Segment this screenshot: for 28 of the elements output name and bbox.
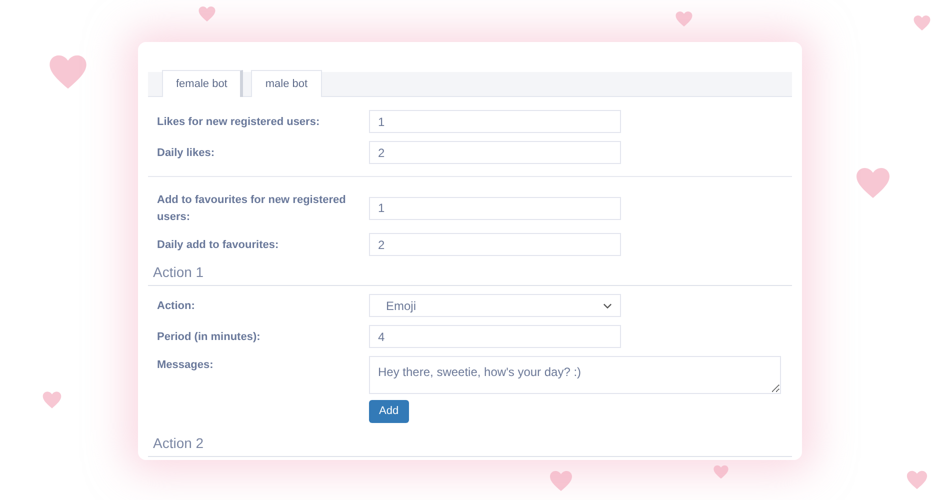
input-field[interactable]: 1 — [369, 110, 621, 133]
heart-icon — [855, 165, 891, 201]
heart-icon — [906, 469, 928, 491]
add-button[interactable]: Add — [369, 400, 409, 423]
field-label: Daily add to favourites: — [157, 238, 280, 253]
chevron-down-icon — [603, 302, 612, 308]
tab[interactable]: male bot — [251, 70, 322, 97]
input-field[interactable]: 4 — [369, 325, 621, 348]
tab[interactable]: female bot — [162, 70, 244, 97]
heart-icon — [42, 390, 62, 410]
field-label: Likes for new registered users: — [157, 114, 321, 130]
section-heading: Action 1 — [148, 260, 792, 286]
section-heading: Action 2 — [148, 431, 792, 457]
field-label: Period (in minutes): — [157, 330, 262, 345]
input-field[interactable]: 1 — [369, 196, 621, 220]
field-label: Action: — [157, 298, 196, 314]
field-label: Messages: — [157, 358, 214, 373]
dropdown[interactable]: Emoji — [369, 294, 621, 317]
heart-icon — [198, 5, 216, 23]
field-label: Add to favourites for new registered users: — [157, 193, 347, 224]
heart-icon — [675, 10, 693, 28]
messages-textarea[interactable]: Hey there, sweetie, how's your day? :) — [369, 356, 781, 394]
field-label: Daily likes: — [157, 146, 216, 161]
heart-icon — [713, 464, 729, 480]
heart-icon — [913, 14, 931, 32]
input-field[interactable]: 2 — [369, 233, 621, 256]
input-field[interactable]: 2 — [369, 141, 621, 164]
heart-icon — [549, 469, 573, 493]
